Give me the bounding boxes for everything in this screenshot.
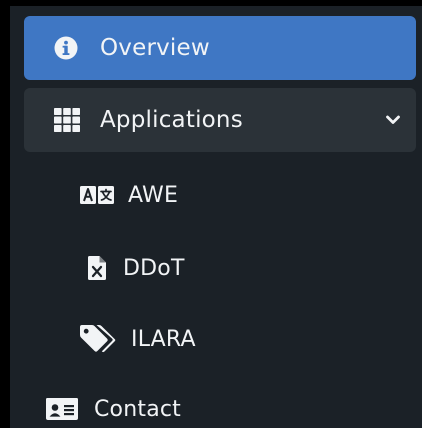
sidebar-item-contact[interactable]: Contact: [46, 380, 181, 428]
sidebar-item-ilara[interactable]: ILARA: [80, 310, 196, 368]
sidebar-item-overview[interactable]: Overview: [24, 16, 416, 80]
excel-file-icon: [88, 256, 106, 280]
translate-icon: [80, 186, 114, 204]
sidebar-item-ddot[interactable]: DDoT: [88, 239, 185, 297]
sidebar-item-label: DDoT: [123, 255, 185, 281]
sidebar-item-applications[interactable]: Applications: [24, 88, 416, 152]
id-card-icon: [46, 398, 78, 420]
sidebar-item-label: Overview: [100, 35, 210, 61]
sidebar-item-label: Applications: [100, 107, 243, 133]
sidebar-item-label: Contact: [94, 396, 181, 422]
info-circle-icon: [54, 36, 78, 60]
sidebar-item-awe[interactable]: AWE: [80, 166, 178, 224]
sidebar-item-label: ILARA: [131, 326, 196, 352]
grid-icon: [54, 108, 80, 132]
sidebar-item-label: AWE: [128, 182, 179, 208]
chevron-down-icon[interactable]: [386, 115, 400, 125]
sidebar-nav: Overview Applications AWE DDoT ILARA Con…: [10, 6, 422, 428]
tags-icon: [80, 325, 116, 353]
